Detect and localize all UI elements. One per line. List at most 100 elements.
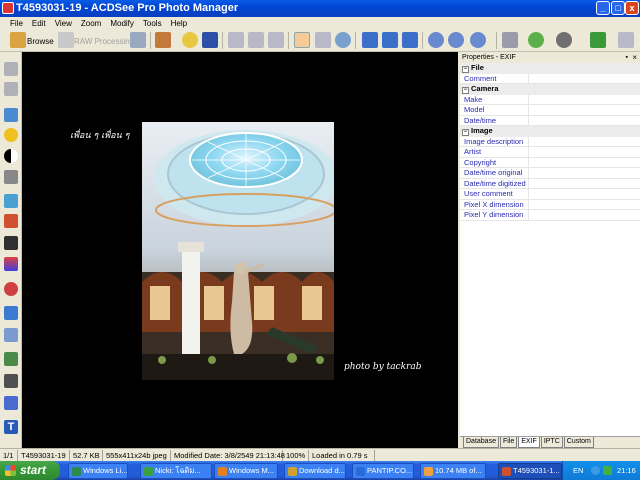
browser-icon: [356, 467, 365, 476]
download-progress-icon: [424, 467, 433, 476]
slideshow-icon[interactable]: [556, 32, 572, 48]
status-size: 52.7 KB: [70, 449, 103, 461]
start-button[interactable]: start: [0, 461, 60, 480]
auto-exposure-icon[interactable]: [4, 108, 18, 122]
previous-icon[interactable]: [382, 32, 398, 48]
collapse-icon[interactable]: −: [462, 66, 469, 73]
exposure-icon[interactable]: [4, 128, 18, 142]
taskbar-item[interactable]: Windows Li...: [68, 463, 128, 479]
tab-iptc[interactable]: IPTC: [540, 437, 563, 448]
save-icon[interactable]: [202, 32, 218, 48]
taskbar-item[interactable]: PANTIP.CO...: [352, 463, 414, 479]
close-panel-icon[interactable]: ×: [632, 52, 637, 63]
browse-button[interactable]: Browse: [27, 37, 54, 46]
property-row[interactable]: Copyright: [460, 157, 640, 168]
properties-panel: Properties - EXIF ▪ × − File Comment − Cam…: [458, 52, 640, 448]
property-row[interactable]: Pixel Y dimension: [460, 210, 640, 221]
effects-icon[interactable]: [4, 352, 18, 366]
rotate-left-icon[interactable]: [228, 32, 244, 48]
taskbar-item-active[interactable]: T4593031-1...: [498, 463, 562, 479]
property-row[interactable]: Pixel X dimension: [460, 199, 640, 210]
property-row[interactable]: Image description: [460, 136, 640, 147]
crop-icon[interactable]: [268, 32, 284, 48]
taskbar-item[interactable]: 10.74 MB of...: [420, 463, 486, 479]
maximize-button[interactable]: □: [611, 1, 625, 15]
more-icon[interactable]: [618, 32, 634, 48]
next-icon[interactable]: [402, 32, 418, 48]
raw-processing-button[interactable]: RAW Processing: [74, 37, 134, 46]
grayscale-icon[interactable]: [4, 236, 18, 250]
wallpaper-icon[interactable]: [590, 32, 606, 48]
tab-database[interactable]: Database: [463, 437, 499, 448]
menu-view[interactable]: View: [55, 19, 72, 28]
taskbar-item[interactable]: Windows M...: [214, 463, 278, 479]
first-icon[interactable]: [362, 32, 378, 48]
shadows-icon[interactable]: [4, 170, 18, 184]
section-image[interactable]: − Image: [460, 126, 640, 137]
status-loaded: Loaded in 0.79 s: [309, 449, 375, 461]
zoom-in-icon[interactable]: [428, 32, 444, 48]
browse-icon[interactable]: [10, 32, 26, 48]
histogram-icon[interactable]: [4, 214, 18, 228]
pin-icon[interactable]: ▪: [626, 52, 628, 63]
taskbar-item[interactable]: Download d...: [284, 463, 346, 479]
menu-help[interactable]: Help: [171, 19, 187, 28]
property-row[interactable]: Model: [460, 105, 640, 116]
hand-icon[interactable]: [294, 32, 310, 48]
property-row[interactable]: User comment: [460, 189, 640, 200]
language-indicator[interactable]: EN: [573, 461, 583, 480]
magnifier-icon[interactable]: [335, 32, 351, 48]
crop-tool-icon[interactable]: [4, 374, 18, 388]
rotate-tool-icon[interactable]: [4, 396, 18, 410]
edit-icon[interactable]: [155, 32, 171, 48]
sharpen-icon[interactable]: [4, 306, 18, 320]
image-viewer[interactable]: เพื่อน ๆ เพื่อน ๆ photo by tackrab: [22, 52, 458, 448]
properties-title: Properties - EXIF: [462, 54, 516, 61]
redo-icon[interactable]: [4, 82, 18, 96]
property-row[interactable]: Date/time original: [460, 168, 640, 179]
text-tool-icon[interactable]: T: [4, 420, 18, 434]
share-icon[interactable]: [528, 32, 544, 48]
mall-dome-photo: [142, 122, 334, 380]
red-eye-icon[interactable]: [4, 282, 18, 296]
color-icon[interactable]: [4, 257, 18, 271]
network-icon[interactable]: [603, 466, 612, 475]
windows-flag-icon: [5, 465, 16, 476]
separator: [288, 32, 289, 49]
folder-icon[interactable]: [182, 32, 198, 48]
menu-edit[interactable]: Edit: [32, 19, 46, 28]
property-row[interactable]: Artist: [460, 147, 640, 158]
rotate-right-icon[interactable]: [248, 32, 264, 48]
print-icon[interactable]: [502, 32, 518, 48]
undo-icon[interactable]: [4, 62, 18, 76]
compare-icon[interactable]: [130, 32, 146, 48]
collapse-icon[interactable]: −: [462, 87, 469, 94]
menu-file[interactable]: File: [10, 19, 23, 28]
app-icon[interactable]: [2, 2, 14, 14]
select-icon[interactable]: [315, 32, 331, 48]
section-file[interactable]: − File: [460, 63, 640, 74]
tab-custom[interactable]: Custom: [563, 437, 594, 448]
zoom-out-icon[interactable]: [448, 32, 464, 48]
property-row[interactable]: Date/time digitized: [460, 178, 640, 189]
separator: [222, 32, 223, 49]
property-row[interactable]: Comment: [460, 73, 640, 84]
menu-tools[interactable]: Tools: [143, 19, 162, 28]
tray-icon[interactable]: [591, 466, 600, 475]
zoom-dropdown-icon[interactable]: [470, 32, 486, 48]
collapse-icon[interactable]: −: [462, 129, 469, 136]
displayed-photo[interactable]: [142, 122, 334, 380]
property-row[interactable]: Date/time: [460, 115, 640, 126]
resize-icon[interactable]: [4, 328, 18, 342]
taskbar-item[interactable]: Nicki: โฉดิม...: [140, 463, 212, 479]
levels-icon[interactable]: [4, 149, 18, 163]
property-row[interactable]: Make: [460, 94, 640, 105]
section-camera[interactable]: − Camera: [460, 84, 640, 95]
curves-icon[interactable]: [4, 194, 18, 208]
close-button[interactable]: x: [625, 1, 639, 15]
menu-modify[interactable]: Modify: [110, 19, 134, 28]
minimize-button[interactable]: _: [596, 1, 610, 15]
tab-exif[interactable]: EXIF: [518, 437, 540, 448]
menu-zoom[interactable]: Zoom: [81, 19, 101, 28]
tab-file[interactable]: File: [499, 437, 518, 448]
